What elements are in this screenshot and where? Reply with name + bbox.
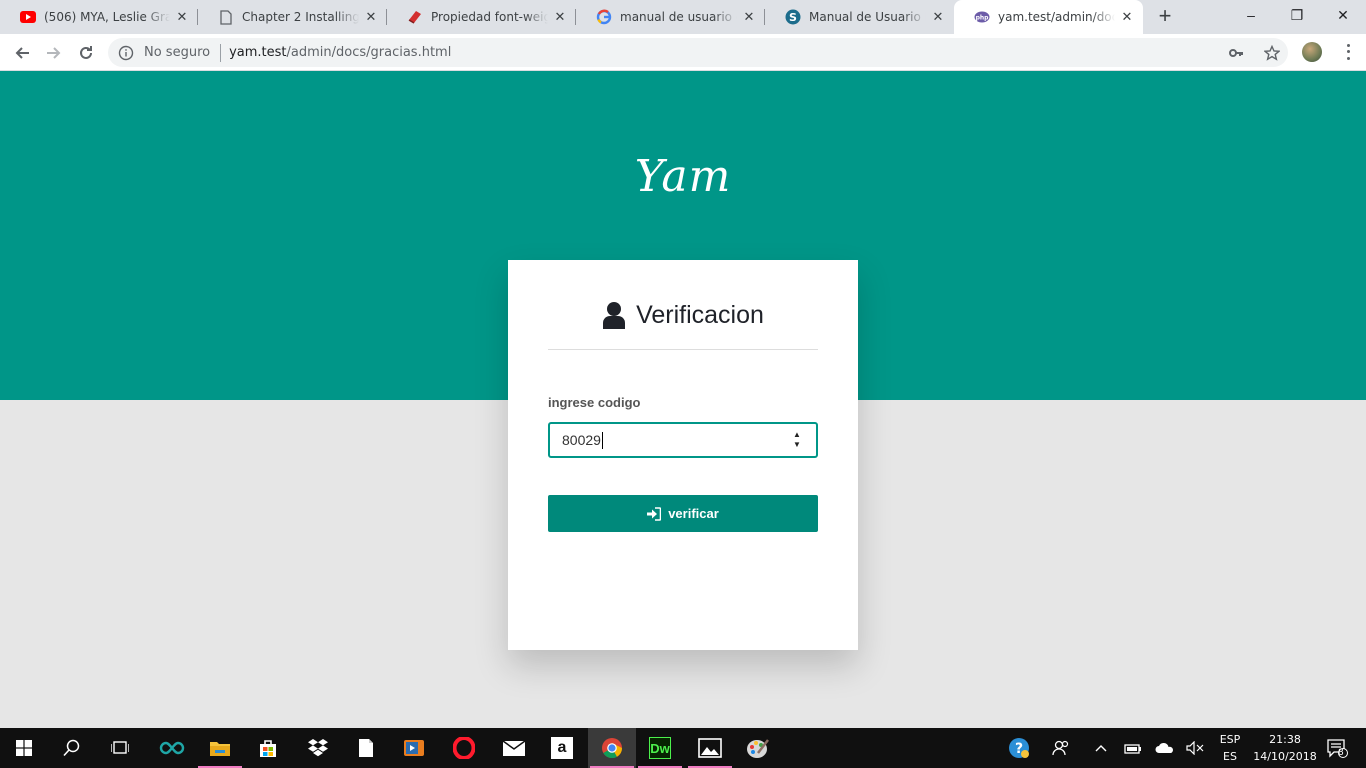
clock-date: 14/10/2018 — [1253, 750, 1317, 763]
verify-button-label: verificar — [668, 506, 719, 521]
action-center-icon[interactable]: 8 — [1322, 728, 1352, 768]
task-view-icon[interactable] — [96, 728, 144, 768]
paint-icon[interactable] — [734, 728, 782, 768]
verification-card: Verificacion ingrese codigo 80029 ▲ ▼ ve… — [508, 260, 858, 650]
site-s-icon: S — [785, 9, 801, 25]
keyboard-layout: ES — [1223, 750, 1237, 763]
volume-muted-icon[interactable] — [1184, 728, 1206, 768]
windows-taskbar: a Dw ? ESP ES 21:38 14/10/2018 8 — [0, 728, 1366, 768]
browser-toolbar: No seguro yam.test/admin/docs/gracias.ht… — [0, 34, 1366, 71]
notification-count: 8 — [1338, 748, 1344, 758]
svg-text:S: S — [789, 11, 797, 24]
omnibox-divider — [220, 43, 222, 62]
people-tray-icon[interactable] — [1046, 728, 1076, 768]
arrow-left-icon — [15, 47, 29, 59]
clock-time: 21:38 — [1269, 733, 1301, 746]
dreamweaver-icon[interactable]: Dw — [636, 728, 684, 768]
new-tab-button[interactable]: + — [1154, 5, 1176, 28]
yam-logo: Yam — [634, 151, 732, 202]
google-icon — [596, 9, 612, 25]
card-title: Verificacion — [636, 300, 764, 329]
key-icon[interactable] — [1224, 41, 1248, 65]
tab-close-icon[interactable]: ✕ — [363, 9, 379, 25]
tab-title: Chapter 2 Installing and — [242, 10, 359, 24]
tab-close-icon[interactable]: ✕ — [174, 9, 190, 25]
notepad-icon[interactable] — [342, 728, 390, 768]
number-spinner[interactable]: ▲ ▼ — [792, 431, 802, 449]
amazon-icon[interactable]: a — [538, 728, 586, 768]
amazon-label: a — [551, 737, 573, 759]
code-input-value: 80029 — [562, 432, 601, 448]
tab-close-icon[interactable]: ✕ — [1119, 9, 1135, 25]
windows-start-icon[interactable] — [0, 728, 48, 768]
tab-close-icon[interactable]: ✕ — [741, 9, 757, 25]
svg-text:php: php — [976, 15, 990, 22]
tab-title: yam.test/admin/docs/g — [998, 10, 1115, 24]
minimize-button[interactable]: – — [1228, 0, 1274, 30]
photos-icon[interactable] — [686, 728, 734, 768]
php-icon: php — [974, 9, 990, 25]
media-player-icon[interactable] — [390, 728, 438, 768]
verify-button[interactable]: verificar — [548, 495, 818, 532]
address-bar[interactable]: No seguro yam.test/admin/docs/gracias.ht… — [108, 38, 1288, 67]
url-host: yam.test — [229, 45, 287, 60]
bookmark-star-icon[interactable] — [1260, 41, 1284, 65]
spinner-down-icon[interactable]: ▼ — [793, 441, 801, 449]
forward-button[interactable] — [42, 41, 66, 65]
dreamweaver-label: Dw — [649, 737, 671, 759]
tab-manual-de-usuario[interactable]: S Manual de Usuario Ejem ✕ — [765, 0, 954, 34]
tab-close-icon[interactable]: ✕ — [552, 9, 568, 25]
tab-youtube[interactable]: (506) MYA, Leslie Grace ✕ — [0, 0, 198, 34]
close-window-button[interactable]: ✕ — [1320, 0, 1366, 30]
chrome-menu-icon[interactable] — [1340, 42, 1356, 62]
user-icon — [603, 302, 626, 329]
chrome-icon[interactable] — [588, 728, 636, 768]
book-icon — [407, 9, 423, 25]
code-field-label: ingrese codigo — [548, 395, 641, 410]
tab-chapter-2[interactable]: Chapter 2 Installing and ✕ — [198, 0, 387, 34]
card-header: Verificacion — [548, 300, 818, 330]
reload-icon — [80, 46, 92, 59]
tab-propiedad-font-weight[interactable]: Propiedad font-weight ✕ — [387, 0, 576, 34]
tab-yam-test[interactable]: php yam.test/admin/docs/g ✕ — [954, 0, 1143, 34]
input-language[interactable]: ESP ES — [1212, 731, 1248, 765]
reload-button[interactable] — [74, 41, 98, 65]
tab-google-search[interactable]: manual de usuario ejem ✕ — [576, 0, 765, 34]
profile-avatar[interactable] — [1302, 42, 1322, 62]
code-input[interactable]: 80029 ▲ ▼ — [548, 422, 818, 458]
system-clock[interactable]: 21:38 14/10/2018 — [1248, 731, 1322, 765]
tab-title: Manual de Usuario Ejem — [809, 10, 926, 24]
url-path: /admin/docs/gracias.html — [286, 45, 452, 60]
store-icon[interactable] — [244, 728, 292, 768]
tab-strip: (506) MYA, Leslie Grace ✕ Chapter 2 Inst… — [0, 0, 1366, 34]
youtube-icon — [20, 9, 36, 25]
tab-title: Propiedad font-weight — [431, 10, 548, 24]
search-icon[interactable] — [48, 728, 96, 768]
spinner-up-icon[interactable]: ▲ — [793, 431, 801, 439]
arduino-icon[interactable] — [148, 728, 196, 768]
text-caret — [601, 431, 603, 449]
mail-icon[interactable] — [490, 728, 538, 768]
chevron-up-icon[interactable] — [1090, 728, 1112, 768]
info-icon[interactable] — [118, 45, 134, 61]
opera-icon[interactable] — [440, 728, 488, 768]
tab-title: manual de usuario ejem — [620, 10, 737, 24]
help-tray-icon[interactable]: ? — [1002, 728, 1036, 768]
onedrive-icon[interactable] — [1152, 728, 1178, 768]
sign-in-icon — [647, 506, 662, 521]
document-icon — [218, 9, 234, 25]
restore-button[interactable]: ❐ — [1274, 0, 1320, 30]
dropbox-icon[interactable] — [294, 728, 342, 768]
arrow-right-icon — [47, 47, 61, 59]
battery-icon[interactable] — [1122, 728, 1144, 768]
security-label: No seguro — [144, 45, 211, 60]
back-button[interactable] — [10, 41, 34, 65]
card-divider — [548, 349, 818, 350]
page-content: Yam Verificacion ingrese codigo 80029 ▲ … — [0, 71, 1366, 728]
file-explorer-icon[interactable] — [196, 728, 244, 768]
tab-title: (506) MYA, Leslie Grace — [44, 10, 170, 24]
tab-close-icon[interactable]: ✕ — [930, 9, 946, 25]
language-code: ESP — [1219, 733, 1241, 746]
